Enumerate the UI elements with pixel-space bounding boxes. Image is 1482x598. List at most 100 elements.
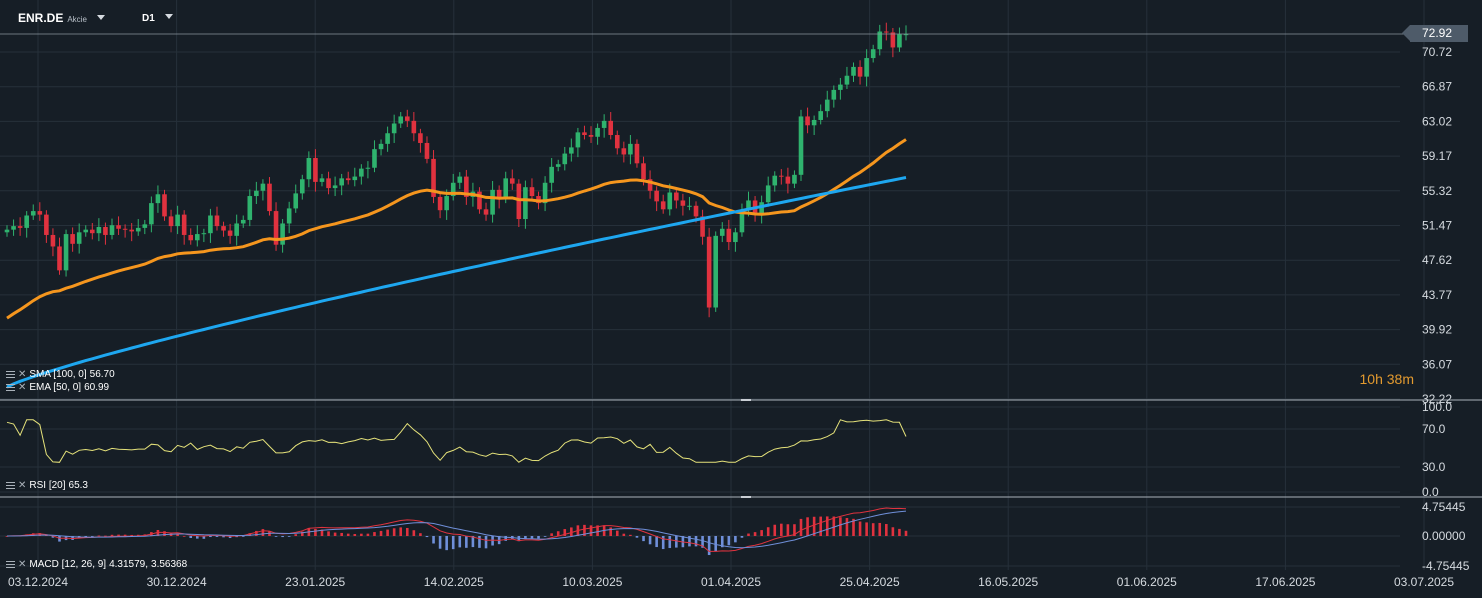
close-icon[interactable]: ✕ — [18, 559, 26, 570]
macd-tick-label: -4.75445 — [1422, 559, 1470, 573]
last-price-tag: 72.92 — [1402, 25, 1468, 42]
candle-body — [811, 119, 817, 126]
candle-body — [70, 234, 75, 244]
rsi-tick-label: 70.0 — [1422, 422, 1446, 436]
symbol-selector[interactable]: ENR.DE Akcie — [18, 11, 105, 25]
candle-body — [844, 75, 850, 85]
candle-body — [772, 175, 778, 186]
candle-body — [674, 192, 679, 201]
candle-body — [680, 200, 686, 206]
macd-bar — [832, 516, 836, 536]
candle-body — [24, 215, 29, 228]
macd-bar — [346, 533, 350, 536]
rsi-label: RSI [20] — [29, 480, 66, 491]
rsi-value: 65.3 — [68, 480, 88, 491]
macd-bar — [294, 534, 298, 536]
interval-selector[interactable]: D1 — [142, 13, 173, 24]
timer-minutes-unit: m — [1402, 371, 1414, 387]
macd-bar — [655, 536, 658, 548]
macd-bar — [445, 536, 448, 551]
macd-bar — [484, 536, 488, 549]
candle-body — [162, 194, 167, 217]
candle-body — [509, 178, 515, 184]
chevron-down-icon — [96, 15, 105, 20]
macd-bar — [891, 527, 895, 536]
menu-icon[interactable] — [6, 371, 15, 378]
date-tick-label: 30.12.2024 — [147, 575, 207, 589]
price-chart[interactable]: 70.72 66.87 63.02 59.17 55.32 51.47 47.62 43.77… — [0, 0, 1482, 598]
close-icon[interactable]: ✕ — [18, 369, 26, 380]
candle-body — [687, 205, 692, 207]
candle-body — [418, 133, 423, 143]
macd-bar — [353, 533, 357, 536]
candle-body — [569, 147, 574, 154]
macd-bar — [110, 534, 114, 536]
macd-bar — [432, 536, 435, 544]
candle-body — [818, 111, 823, 120]
macd-bar — [799, 518, 803, 536]
candle-body — [805, 116, 810, 126]
pane-resize-handle[interactable] — [741, 496, 751, 498]
candle-body — [280, 223, 285, 245]
candle-body — [332, 185, 338, 189]
menu-icon[interactable] — [6, 384, 15, 391]
pane-resize-handle[interactable] — [741, 399, 751, 401]
macd-bar — [885, 524, 888, 536]
macd-bar — [438, 536, 442, 549]
candle-body — [765, 185, 771, 203]
candle-body — [299, 179, 305, 194]
price-tick-label: 63.02 — [1422, 114, 1452, 128]
macd-bar — [865, 522, 868, 536]
candle-timer: 10h 38m — [1359, 371, 1414, 387]
candle-body — [575, 132, 581, 148]
candle-body — [555, 164, 561, 167]
candle-body — [181, 214, 187, 235]
candle-body — [785, 176, 791, 184]
sma-label: SMA [100, 0] — [29, 369, 87, 380]
rsi-axis: 100.0 70.0 30.0 0.0 — [1422, 400, 1452, 499]
macd-bar — [91, 536, 94, 537]
menu-icon[interactable] — [6, 561, 15, 568]
date-tick-label: 23.01.2025 — [285, 575, 345, 589]
macd-bar — [537, 536, 540, 539]
macd-bar — [675, 536, 678, 548]
candle-body — [641, 163, 646, 180]
macd-bar — [570, 527, 573, 536]
candle-body — [326, 178, 331, 189]
macd-bar — [845, 518, 849, 536]
macd-bar — [786, 524, 790, 536]
candle-body — [359, 168, 364, 177]
close-icon[interactable]: ✕ — [18, 382, 26, 393]
candle-body — [201, 233, 207, 235]
macd-bar — [386, 529, 389, 536]
macd-value: 4.31579, — [109, 559, 149, 570]
macd-bar — [195, 536, 199, 539]
macd-bar — [727, 536, 731, 546]
price-axis: 70.72 66.87 63.02 59.17 55.32 51.47 47.62 43.77… — [1422, 45, 1452, 406]
candle-body — [260, 183, 266, 191]
candle-body — [385, 133, 390, 144]
macd-bar — [366, 533, 370, 536]
rsi-tick-label: 100.0 — [1422, 400, 1452, 414]
macd-bar — [261, 529, 265, 536]
macd-bar — [399, 527, 403, 536]
candle-body — [654, 190, 659, 202]
macd-bar — [648, 536, 652, 545]
candle-body — [601, 120, 607, 128]
candle-body — [549, 166, 554, 183]
macd-bar — [858, 521, 862, 536]
date-tick-label: 16.05.2025 — [978, 575, 1038, 589]
candle-body — [503, 178, 509, 199]
candle-body — [142, 224, 148, 228]
candle-body — [57, 246, 62, 271]
macd-bar — [281, 536, 284, 538]
menu-icon[interactable] — [6, 482, 15, 489]
ema-legend: ✕ EMA [50, 0] 60.99 — [6, 382, 109, 393]
macd-bar — [104, 535, 107, 537]
macd-bar — [314, 528, 317, 536]
timer-hours-unit: h — [1375, 371, 1383, 387]
candle-body — [149, 203, 154, 225]
candle-body — [660, 201, 666, 210]
macd-bar — [419, 533, 422, 536]
close-icon[interactable]: ✕ — [18, 480, 26, 491]
